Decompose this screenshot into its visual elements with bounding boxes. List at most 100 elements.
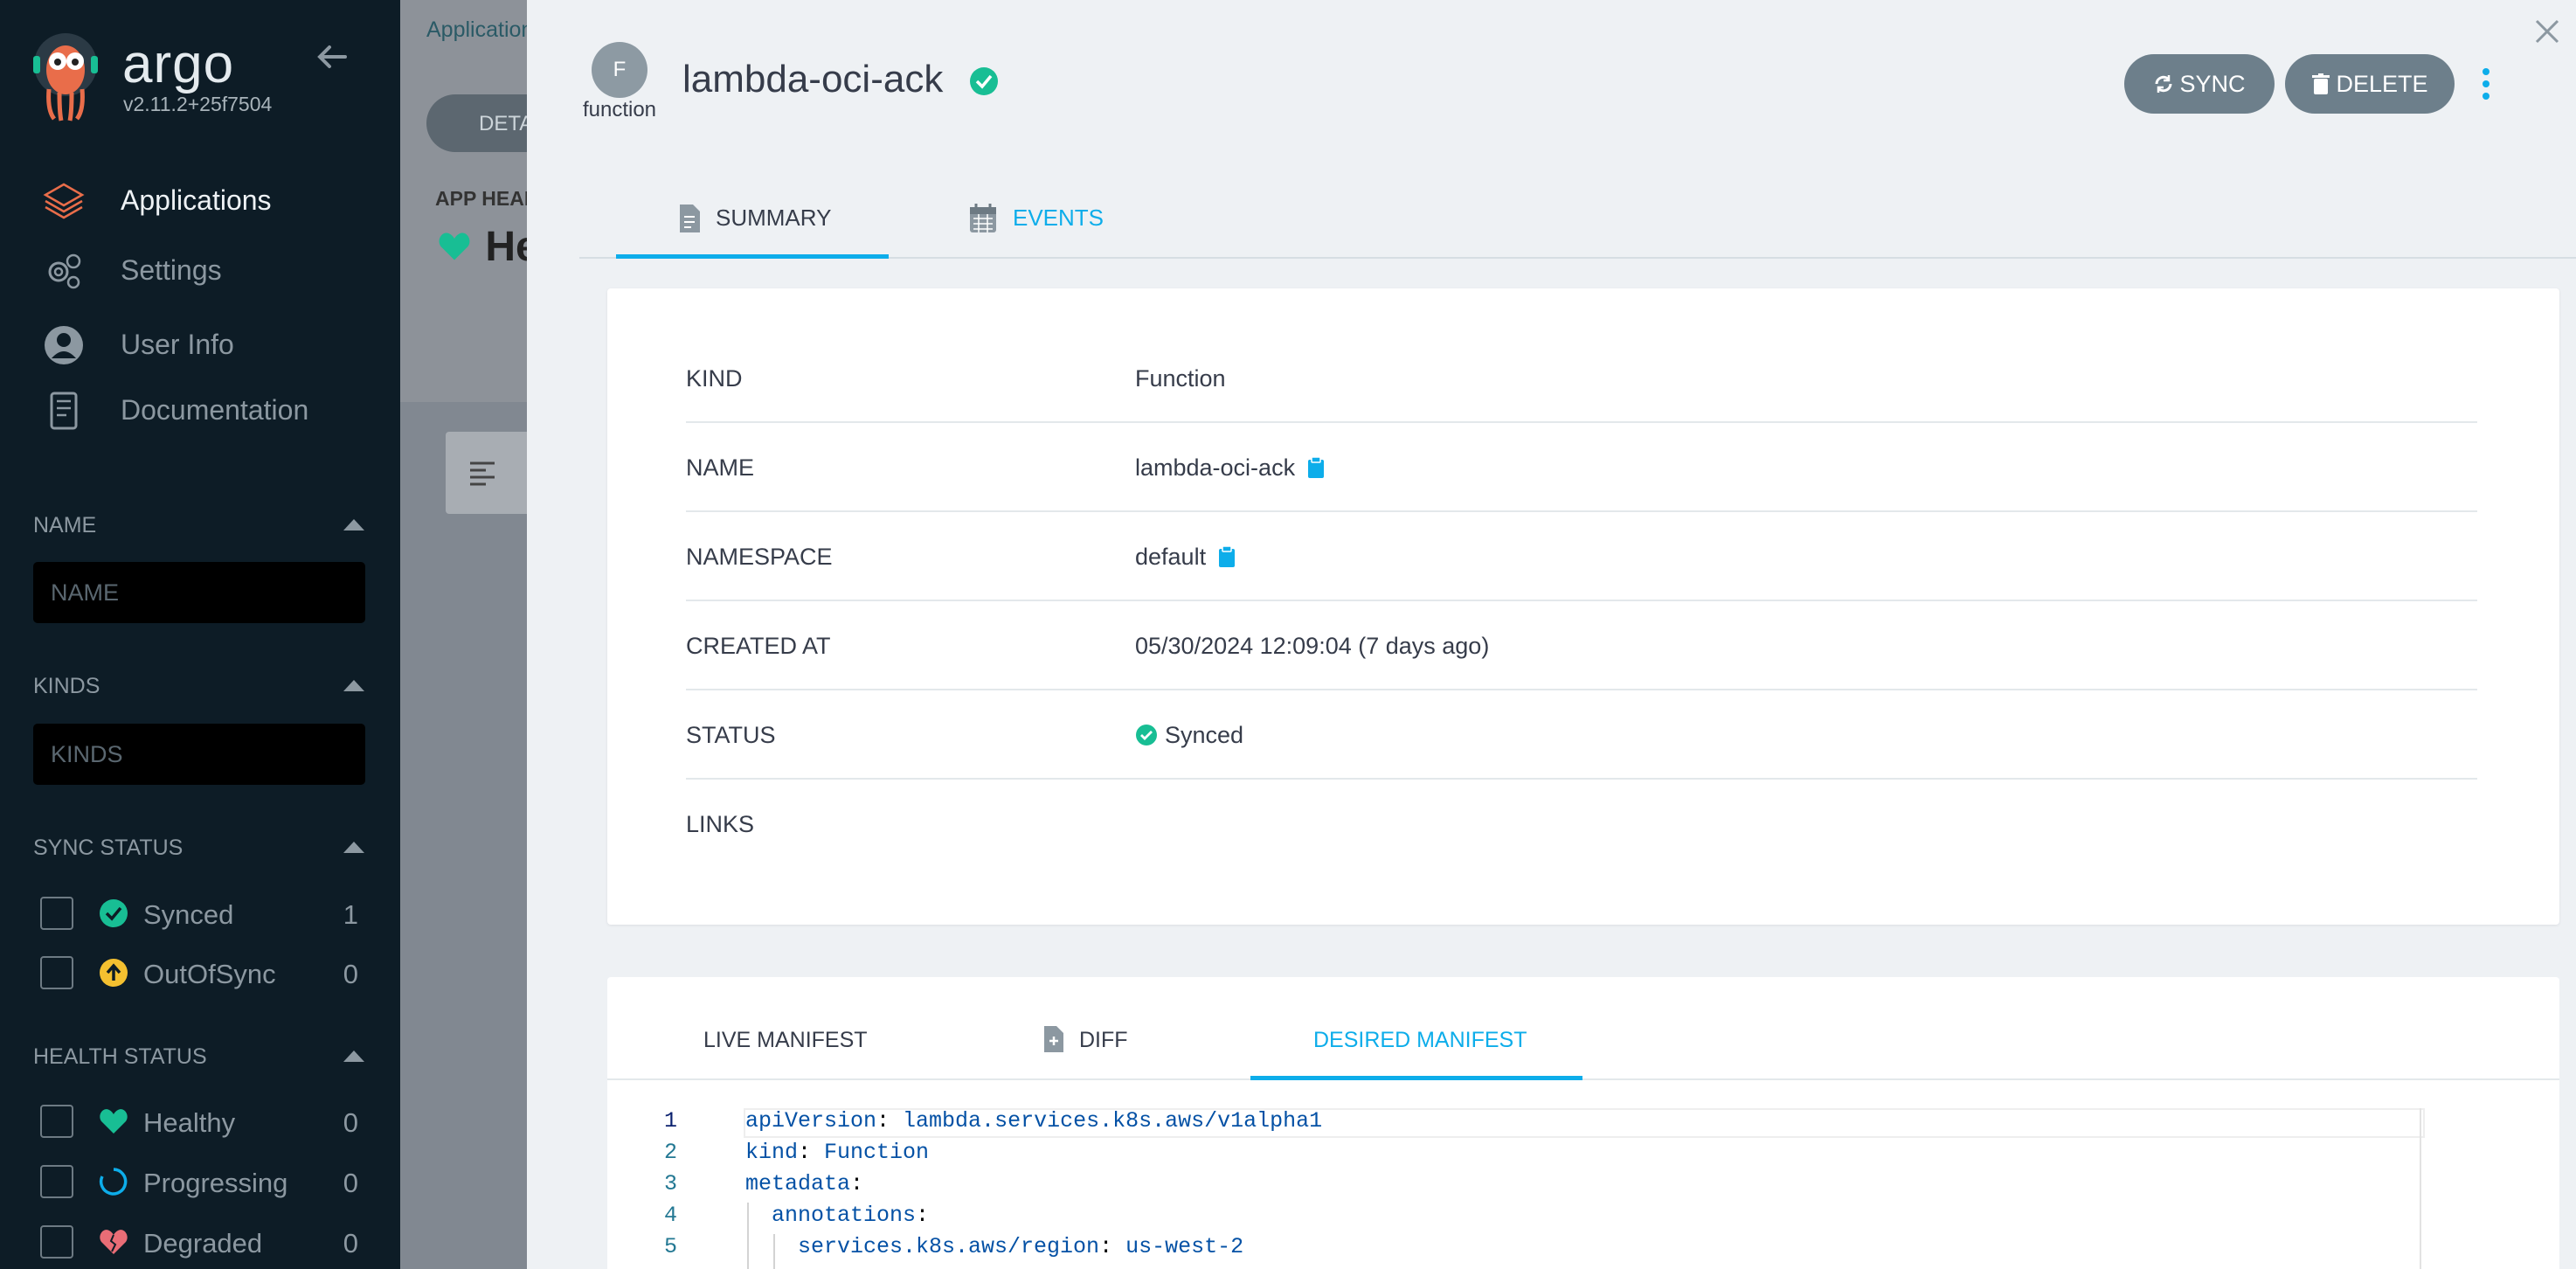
clipboard-icon[interactable] [1218,545,1236,568]
nav-settings[interactable]: Settings [0,240,400,302]
code-key: kind [745,1140,799,1165]
code-line: 1 apiVersion: lambda.services.k8s.aws/v1… [607,1108,2442,1140]
kinds-filter-input[interactable] [33,724,365,785]
synced-checkbox[interactable] [40,897,73,930]
summary-row-status: STATUS Synced [686,690,2477,780]
summary-row-name: NAME lambda-oci-ack [686,423,2477,512]
tab-live-manifest[interactable]: LIVE MANIFEST [660,977,887,1080]
tab-summary[interactable]: SUMMARY [616,185,889,259]
panel-tabs: SUMMARY EVENTS [579,185,2576,259]
summary-row-namespace: NAMESPACE default [686,512,2477,601]
filter-progressing-row[interactable]: Progressing 0 [40,1160,365,1203]
file-diff-icon [1044,1026,1063,1052]
collapse-name-filter-icon[interactable] [343,519,364,530]
line-number: 1 [663,1108,677,1134]
file-icon [680,205,700,232]
code-value: lambda.services.k8s.aws/v1alpha1 [903,1108,1323,1134]
resource-kind-avatar: F [592,42,647,98]
heart-icon [439,232,470,260]
manifest-card: LIVE MANIFEST DIFF DESIRED MANIFEST 1 ap… [607,977,2559,1269]
filter-degraded-row[interactable]: Degraded 0 [40,1220,365,1264]
nav-user-info-label: User Info [121,329,234,360]
nav-user-info[interactable]: User Info [0,315,400,376]
healthy-checkbox[interactable] [40,1105,73,1138]
code-line: 3 metadata: [607,1171,2442,1203]
summary-key: STATUS [686,722,776,748]
summary-key: LINKS [686,811,755,837]
sync-button-label: SYNC [2179,71,2246,97]
delete-button-label: DELETE [2336,71,2428,97]
code-key: annotations [772,1203,917,1228]
heart-icon [100,1109,128,1134]
degraded-count: 0 [343,1228,358,1259]
code-line: 2 kind: Function [607,1140,2442,1171]
summary-row-links: LINKS [686,780,2477,869]
nav-settings-label: Settings [121,254,222,286]
trash-icon [2312,73,2330,94]
collapse-kinds-filter-icon[interactable] [343,680,364,691]
nav-documentation-label: Documentation [121,394,309,426]
delete-button[interactable]: DELETE [2285,54,2455,114]
tab-events[interactable]: EVENTS [917,185,1179,259]
more-options-icon[interactable] [2476,63,2496,107]
code-text: annotations: [772,1203,930,1228]
tab-diff[interactable]: DIFF [1027,977,1201,1080]
filter-health-status-title: HEALTH STATUS [33,1044,207,1069]
calendar-icon [970,204,996,232]
code-value: Function [824,1140,930,1165]
tab-summary-label: SUMMARY [716,205,832,231]
summary-value-wrap: Synced [1135,722,1243,749]
filter-healthy-row[interactable]: Healthy 0 [40,1099,365,1143]
manifest-editor[interactable]: 1 apiVersion: lambda.services.k8s.aws/v1… [607,1108,2559,1269]
degraded-checkbox[interactable] [40,1225,73,1259]
summary-row-kind: KIND Function [686,334,2477,423]
nav-applications[interactable]: Applications [0,170,400,232]
outofsync-label: OutOfSync [143,959,276,989]
summary-value: Function [1135,365,1226,392]
nav-documentation[interactable]: Documentation [0,380,400,441]
progressing-label: Progressing [143,1168,288,1198]
collapse-sidebar-icon[interactable] [310,35,354,79]
filter-sync-status-title: SYNC STATUS [33,836,184,860]
sync-button[interactable]: SYNC [2124,54,2275,114]
collapse-sync-status-icon[interactable] [343,842,364,853]
healthy-count: 0 [343,1107,358,1138]
code-text: metadata: [745,1171,864,1196]
tab-desired-manifest-label: DESIRED MANIFEST [1313,1028,1527,1052]
check-circle-icon [100,899,128,927]
synced-check-icon [970,67,998,95]
summary-key: NAME [686,454,755,481]
code-key: services.k8s.aws/region [798,1234,1100,1259]
tab-desired-manifest[interactable]: DESIRED MANIFEST [1250,977,1582,1080]
resource-details-panel: F function lambda-oci-ack SYNC DELETE SU… [527,0,2576,1269]
filter-outofsync-row[interactable]: OutOfSync 0 [40,951,365,995]
sidebar: argo v2.11.2+25f7504 Applications Settin… [0,0,400,1269]
outofsync-checkbox[interactable] [40,956,73,989]
layers-icon [43,183,85,219]
code-text: services.k8s.aws/region: us-west-2 [798,1234,1244,1259]
align-left-icon [470,461,495,486]
filter-kinds-title: KINDS [33,674,100,698]
nav-applications-label: Applications [121,184,272,216]
filter-synced-row[interactable]: Synced 1 [40,891,365,935]
indent-guide [747,1203,749,1269]
filter-name-title: NAME [33,513,97,537]
collapse-health-status-icon[interactable] [343,1051,364,1062]
summary-value: lambda-oci-ack [1135,454,1296,481]
editor-scrollbar[interactable] [2420,1108,2421,1269]
resource-title: lambda-oci-ack [682,58,944,101]
progressing-checkbox[interactable] [40,1165,73,1198]
summary-key: CREATED AT [686,633,831,659]
code-text: apiVersion: lambda.services.k8s.aws/v1al… [745,1108,1323,1134]
healthy-label: Healthy [143,1107,236,1138]
code-key: metadata [745,1171,851,1196]
summary-value: 05/30/2024 12:09:04 (7 days ago) [1135,633,1490,659]
clipboard-icon[interactable] [1307,456,1325,479]
brand-name: argo [122,34,235,94]
code-line: 4 annotations: [607,1203,2442,1234]
line-number: 2 [663,1140,677,1165]
close-icon[interactable] [2531,16,2563,47]
argo-logo [33,33,98,121]
summary-value: default [1135,544,1207,570]
name-filter-input[interactable] [33,562,365,623]
